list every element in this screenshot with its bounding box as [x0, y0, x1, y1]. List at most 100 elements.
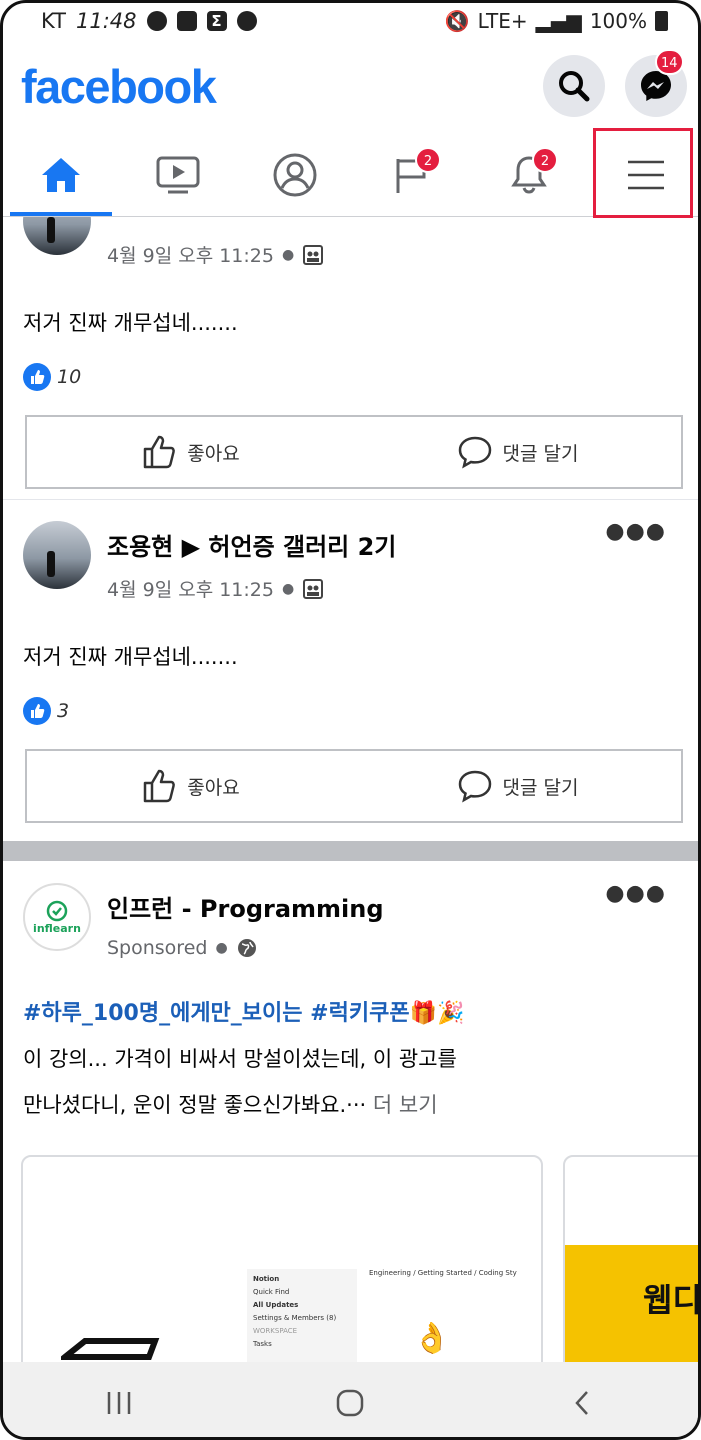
group-icon: [303, 578, 324, 599]
home-button[interactable]: [310, 1373, 390, 1433]
reaction-summary[interactable]: 3: [23, 697, 69, 725]
status-right: 🔇 LTE+ ▂▄▆ 100%: [445, 9, 668, 33]
notion-sidebar-preview: Notion Quick Find All Updates Settings &…: [247, 1269, 357, 1362]
reaction-summary[interactable]: 10: [23, 363, 81, 391]
notion-item: Settings & Members (8): [253, 1314, 337, 1322]
back-button[interactable]: [542, 1373, 622, 1433]
app-header: facebook 14: [3, 45, 698, 133]
comment-icon: [458, 770, 491, 803]
search-button[interactable]: [543, 55, 605, 117]
carousel-card-1[interactable]: Notion Quick Find All Updates Settings &…: [21, 1155, 543, 1362]
like-button[interactable]: 좋아요: [27, 751, 354, 821]
home-button-icon: [337, 1389, 364, 1416]
sigma-icon: Σ: [206, 11, 227, 31]
comment-button[interactable]: 댓글 달기: [354, 751, 681, 821]
like-button[interactable]: 좋아요: [27, 417, 354, 487]
back-icon: [575, 1390, 589, 1415]
video-icon: [156, 156, 200, 193]
box-illustration-icon: [61, 1338, 160, 1360]
battery-icon: [655, 11, 668, 31]
post-author[interactable]: 조용현 ▶ 허언증 갤러리 2기: [107, 527, 396, 562]
ad-text-line-1: 이 강의... 가격이 비싸서 망설이셨는데, 이 광고를: [23, 1047, 457, 1071]
group-icon: [303, 244, 324, 265]
active-tab-indicator: [10, 212, 112, 216]
post-meta: 4월 9일 오후 11:25 ●: [107, 575, 324, 602]
comment-label: 댓글 달기: [502, 776, 579, 799]
inflearn-logo[interactable]: inflearn: [23, 883, 91, 951]
tab-profile[interactable]: [240, 133, 350, 216]
card-banner-text: 웹디: [643, 1281, 698, 1319]
card-banner: 웹디: [565, 1245, 698, 1362]
post-time[interactable]: 4월 9일 오후 11:25: [107, 241, 274, 268]
mute-icon: 🔇: [444, 9, 470, 33]
recent-apps-button[interactable]: [79, 1373, 159, 1433]
more-options-button[interactable]: ●●●: [605, 519, 666, 544]
see-more-link[interactable]: 더 보기: [373, 1093, 438, 1117]
like-label: 좋아요: [187, 776, 240, 799]
notion-item: All Updates: [253, 1301, 299, 1309]
post-actions: 좋아요 댓글 달기: [25, 415, 683, 489]
status-left: KT 11:48 Σ: [41, 9, 257, 33]
comment-button[interactable]: 댓글 달기: [354, 417, 681, 487]
notion-breadcrumb: Engineering / Getting Started / Coding S…: [369, 1269, 517, 1277]
ad-text-2: 만나셨다니, 운이 정말 좋으신가봐요.···: [23, 1093, 367, 1117]
meta-separator: ●: [215, 940, 228, 956]
clock: 11:48: [75, 9, 137, 33]
like-reaction-icon: [23, 363, 51, 391]
notion-item: WORKSPACE: [253, 1327, 298, 1335]
signal-icon: ▂▄▆: [535, 9, 582, 33]
tab-notifications[interactable]: 2: [474, 133, 584, 216]
menu-highlight-box: [593, 128, 693, 218]
avatar[interactable]: [23, 521, 91, 589]
notion-title: Notion: [253, 1275, 280, 1283]
ad-text-line-2: 만나셨다니, 운이 정말 좋으신가봐요.··· 더 보기: [23, 1089, 438, 1119]
network-type: LTE+: [477, 9, 528, 33]
phone-screen: KT 11:48 Σ 🔇 LTE+ ▂▄▆ 100% facebook 14 2…: [0, 0, 701, 1440]
carrier: KT: [41, 9, 66, 33]
avatar[interactable]: [23, 217, 91, 255]
meta-separator: ●: [281, 580, 295, 597]
messenger-button[interactable]: 14: [625, 49, 687, 117]
meta-separator: ●: [281, 246, 295, 263]
chat-icon: [236, 11, 257, 31]
status-bar: KT 11:48 Σ 🔇 LTE+ ▂▄▆ 100%: [3, 3, 698, 45]
like-count: 10: [57, 366, 82, 388]
notion-item: Quick Find: [253, 1288, 290, 1296]
post-text: 저거 진짜 개무섭네.......: [23, 311, 238, 335]
ad-meta: Sponsored ●: [107, 937, 258, 959]
facebook-logo[interactable]: facebook: [21, 59, 217, 114]
sponsored-label[interactable]: Sponsored: [107, 937, 207, 959]
pages-badge: 2: [415, 147, 441, 173]
notion-item: Tasks: [253, 1340, 272, 1348]
ad-hashtags[interactable]: #하루_100명_에게만_보이는 #럭키쿠폰🎁🎉: [23, 995, 464, 1027]
home-icon: [42, 157, 80, 192]
system-nav-bar: [3, 1362, 698, 1437]
search-icon: [559, 71, 590, 102]
sponsored-post: inflearn 인프런 - Programming ●●● Sponsored…: [3, 861, 698, 1362]
globe-icon: [237, 939, 256, 957]
carousel-card-2[interactable]: 웹디: [563, 1155, 698, 1362]
tab-watch[interactable]: [123, 133, 233, 216]
notifications-badge: 2: [532, 147, 558, 173]
post-text: 저거 진짜 개무섭네.......: [23, 645, 238, 669]
post-1: 4월 9일 오후 11:25 ● 저거 진짜 개무섭네....... 10 좋아…: [3, 217, 698, 497]
messenger-badge: 14: [655, 49, 684, 75]
thumbs-up-icon: [144, 435, 176, 469]
gallery-icon: [176, 11, 197, 31]
tab-pages[interactable]: 2: [357, 133, 467, 216]
news-feed[interactable]: 4월 9일 오후 11:25 ● 저거 진짜 개무섭네....... 10 좋아…: [3, 217, 698, 1362]
post-2: 조용현 ▶ 허언증 갤러리 2기 ●●● 4월 9일 오후 11:25 ● 저거…: [3, 501, 698, 831]
inflearn-mark-icon: [46, 900, 68, 921]
ok-hand-icon: 👌: [413, 1321, 451, 1356]
like-count: 3: [57, 700, 70, 722]
more-options-button[interactable]: ●●●: [605, 881, 666, 906]
post-time[interactable]: 4월 9일 오후 11:25: [107, 575, 274, 602]
battery-percent: 100%: [589, 9, 647, 33]
ad-page-name[interactable]: 인프런 - Programming: [107, 889, 384, 924]
post-divider: [3, 499, 698, 500]
feed-section-divider: [3, 841, 698, 861]
tab-home[interactable]: [6, 133, 116, 216]
comment-label: 댓글 달기: [502, 442, 579, 465]
like-reaction-icon: [23, 697, 51, 725]
post-meta: 4월 9일 오후 11:25 ●: [107, 241, 324, 268]
